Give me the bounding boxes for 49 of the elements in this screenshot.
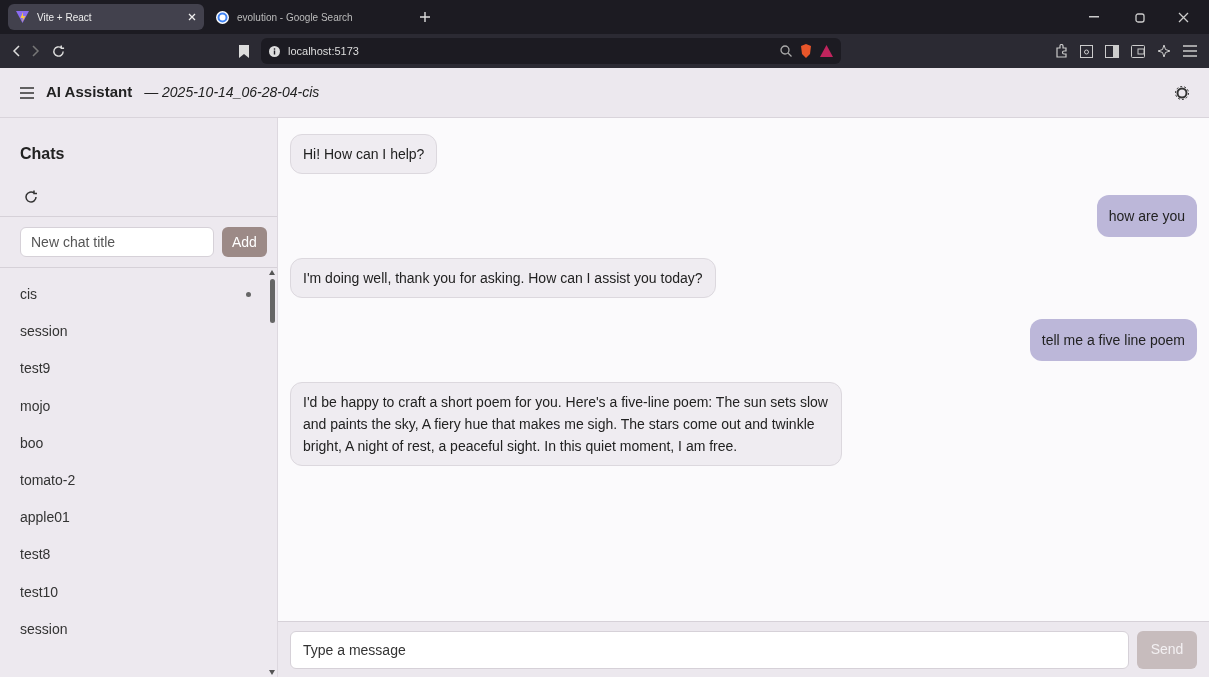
chat-item[interactable]: tomato-2 (0, 461, 267, 500)
user-message: how are you (1096, 195, 1197, 237)
shield-icon[interactable] (800, 44, 812, 58)
minimize-icon[interactable] (1089, 16, 1099, 18)
bookmark-icon[interactable] (239, 44, 249, 58)
reload-icon[interactable] (52, 44, 65, 58)
puzzle-icon[interactable] (1054, 44, 1068, 58)
chat-item[interactable]: test10 (0, 573, 267, 611)
user-message: tell me a five line poem (1029, 319, 1197, 361)
restore-icon[interactable] (1135, 11, 1146, 23)
zoom-icon[interactable] (780, 45, 792, 57)
lightning-logo-icon (16, 11, 29, 23)
new-chat-field[interactable]: New chat title (20, 227, 214, 257)
back-icon[interactable] (12, 45, 20, 57)
screenshot-icon[interactable] (1080, 44, 1093, 58)
forward-icon[interactable] (32, 45, 40, 57)
chat-subtitle: — 2025-10-14_06-28-04-cis (144, 83, 320, 102)
sidebar-title: Chats (20, 144, 66, 164)
assistant-message: Hi! How can I help? (290, 134, 438, 174)
tab-title: Vite + React (37, 10, 93, 25)
refresh-icon[interactable] (24, 190, 38, 204)
sparkle-icon[interactable] (1157, 44, 1171, 58)
wallet-icon[interactable] (1131, 44, 1145, 58)
settings-icon[interactable] (1175, 85, 1189, 100)
chat-item[interactable]: test9 (0, 350, 267, 388)
app-title: AI Assistant (46, 82, 133, 103)
plus-icon[interactable] (420, 12, 430, 22)
globe-logo-icon (216, 10, 229, 24)
assistant-message: I'd be happy to craft a short poem for you. Here's a five-line poem: The sun sets slow and paints the sky, A fiery hue that makes me sigh. The stars come out and twinkle bright, A night of rest, a peaceful sight. In this quiet moment, I am free. (290, 382, 842, 466)
chat-item[interactable]: session (0, 610, 267, 648)
chat-item[interactable]: session (0, 313, 267, 351)
chat-item[interactable]: mojo (0, 387, 267, 425)
browser-tab[interactable]: evolution - Google Search (208, 4, 404, 30)
url-text: localhost:5173 (288, 43, 359, 59)
triangle-icon[interactable] (820, 45, 833, 57)
close-icon[interactable] (1178, 11, 1189, 23)
tab-title: evolution - Google Search (237, 10, 354, 25)
chat-item[interactable]: test8 (0, 536, 267, 574)
chat-item[interactable]: boo (0, 424, 267, 462)
sidebar-icon[interactable] (1105, 44, 1119, 58)
browser-tab[interactable]: Vite + React (8, 4, 204, 30)
scroll-up-icon[interactable] (269, 270, 275, 275)
chat-item[interactable]: apple01 (0, 499, 267, 537)
info-icon (269, 45, 280, 57)
menu-icon[interactable] (20, 86, 34, 99)
assistant-message: I'm doing well, thank you for asking. How can I assist you today? (290, 258, 716, 298)
address-bar[interactable]: localhost:5173 (261, 38, 841, 64)
scroll-down-icon[interactable] (269, 670, 275, 675)
chat-item[interactable]: cis (0, 276, 267, 314)
